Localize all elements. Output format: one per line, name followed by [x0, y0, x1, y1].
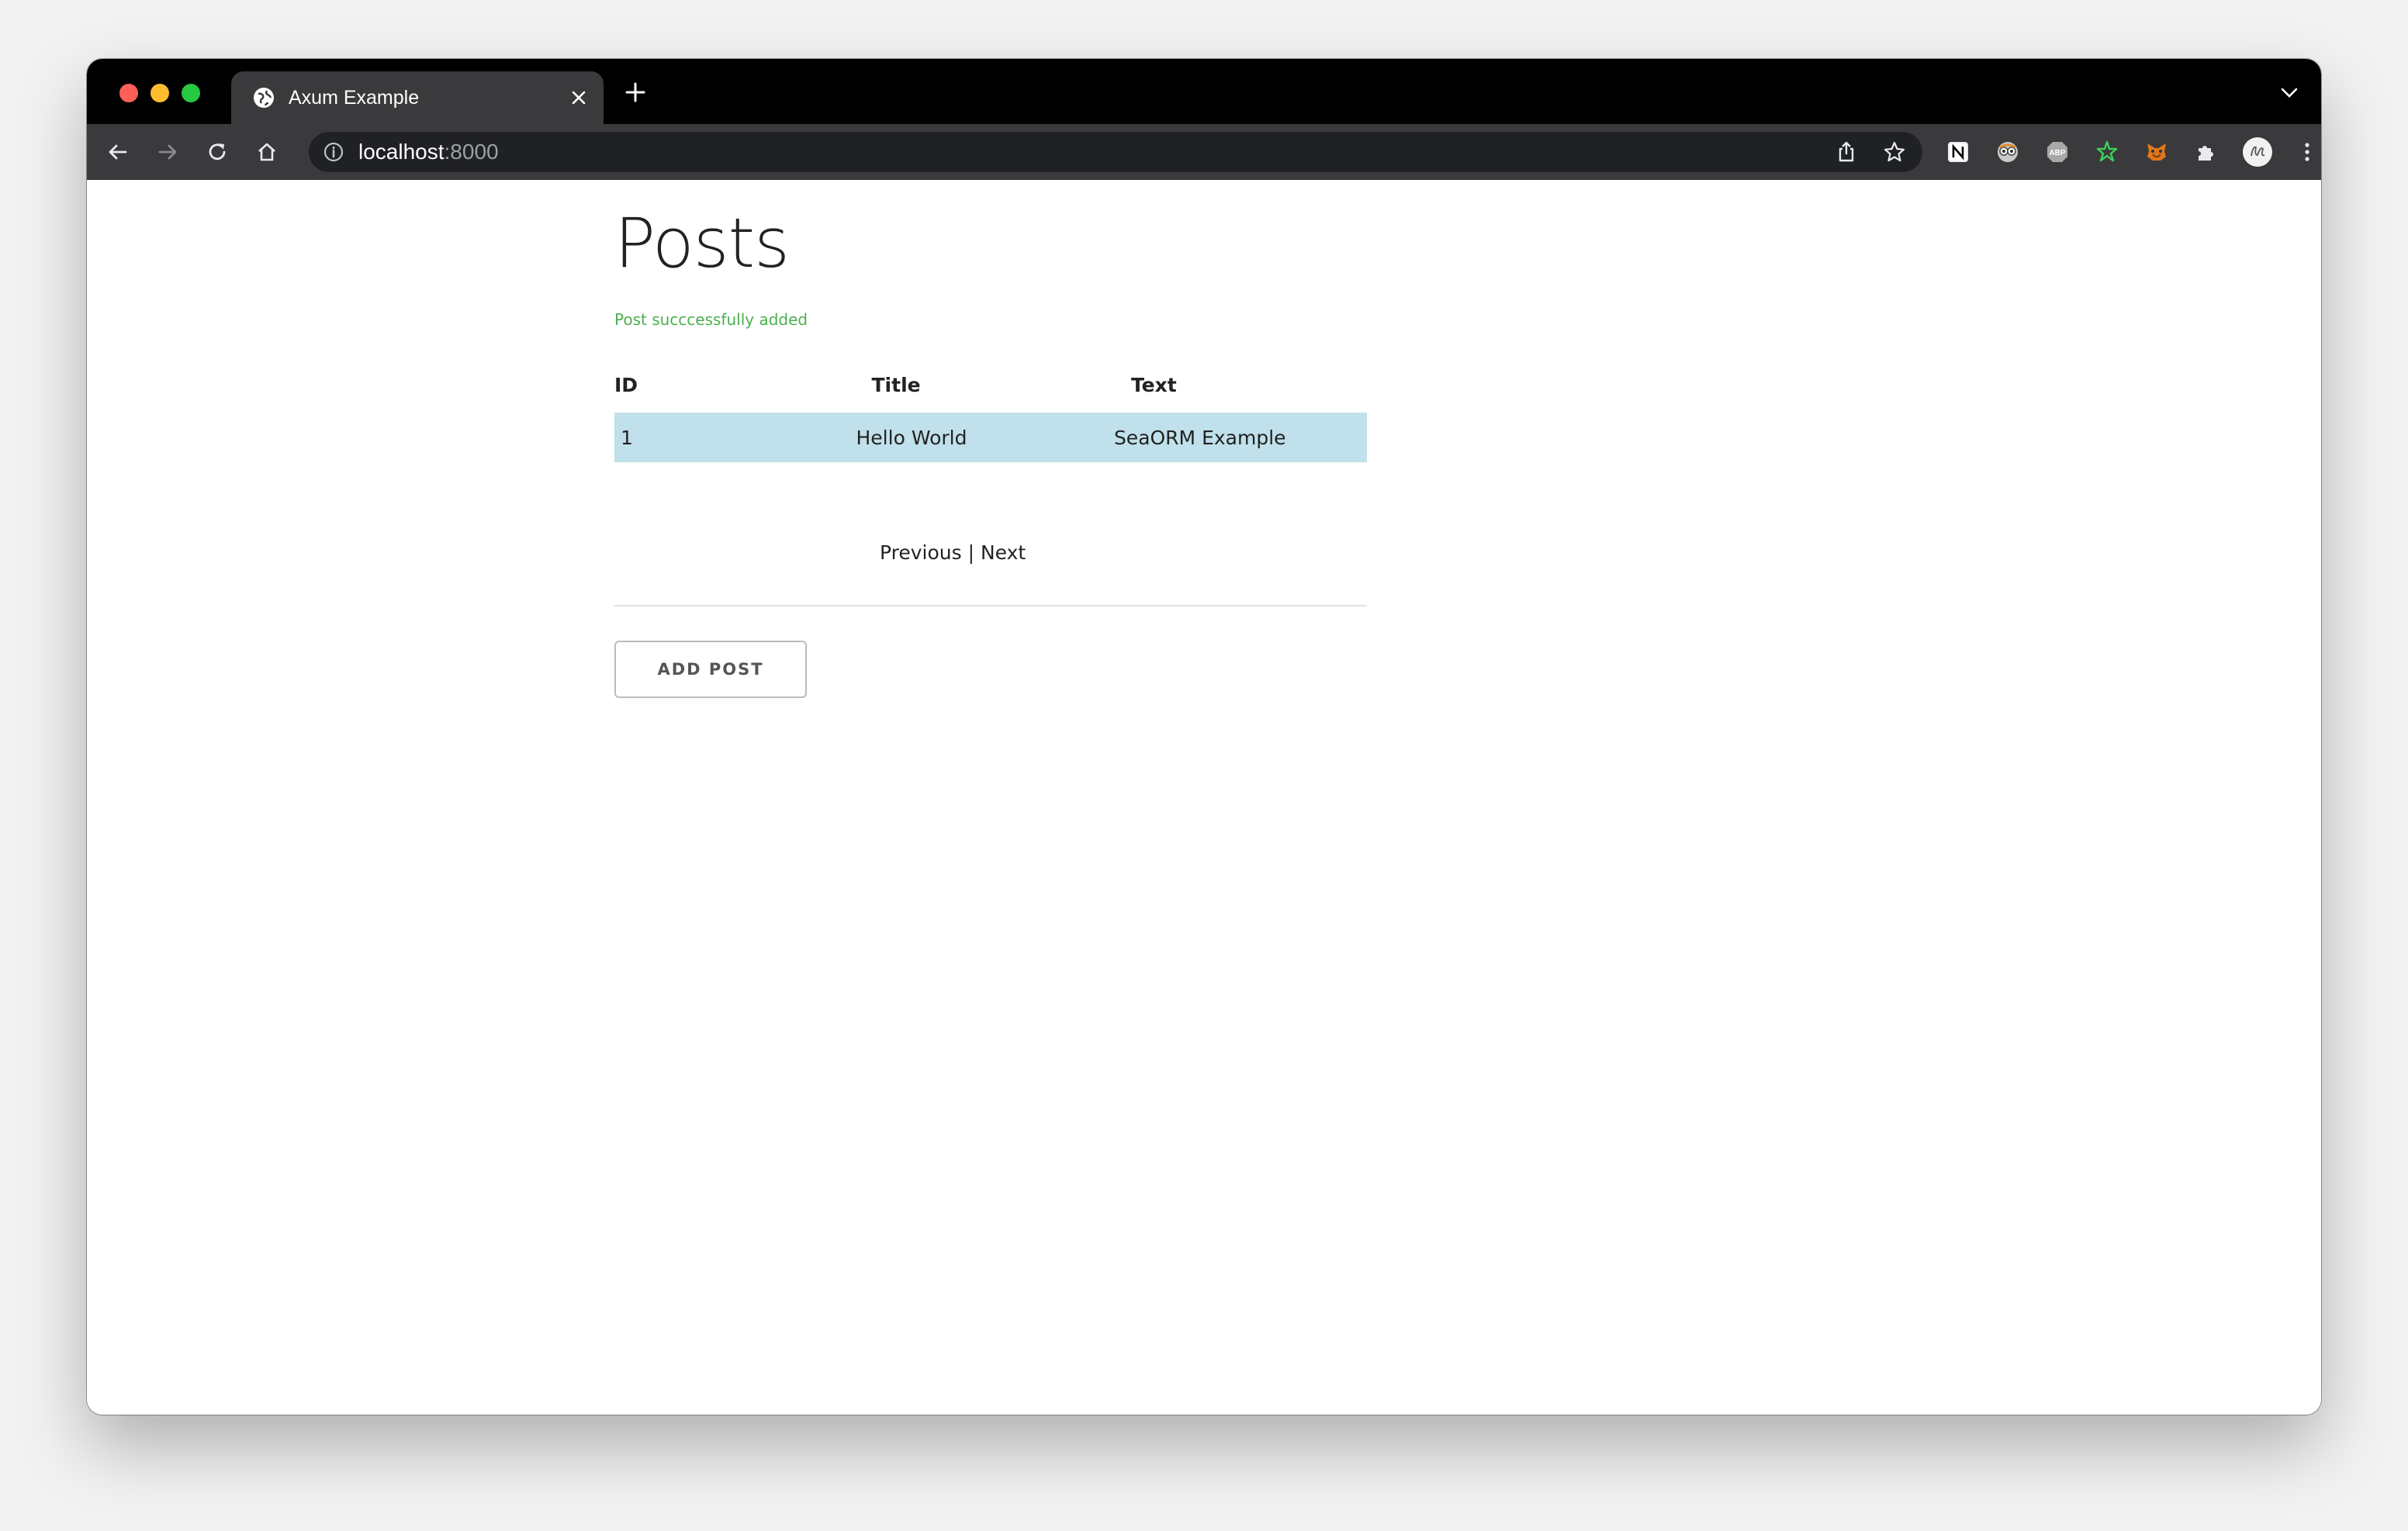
- notion-icon[interactable]: [1946, 140, 1970, 164]
- previous-link[interactable]: Previous: [880, 541, 962, 564]
- globe-icon: [254, 88, 274, 108]
- browser-tab[interactable]: Axum Example: [231, 71, 604, 124]
- table-row[interactable]: 1 Hello World SeaORM Example: [614, 413, 1367, 462]
- close-window-button[interactable]: [119, 84, 138, 102]
- url-port: :8000: [444, 140, 499, 164]
- divider: [614, 605, 1367, 607]
- svg-text:ABP: ABP: [2049, 149, 2065, 157]
- reload-icon[interactable]: [205, 140, 230, 164]
- close-icon[interactable]: [568, 87, 590, 109]
- post-title-cell: Hello World: [854, 413, 1106, 462]
- extension-star-icon[interactable]: [2095, 140, 2119, 164]
- address-bar[interactable]: localhost:8000: [309, 132, 1922, 172]
- tab-bar: Axum Example: [87, 59, 2321, 124]
- tab-title: Axum Example: [289, 87, 420, 109]
- puzzle-icon[interactable]: [2194, 140, 2219, 164]
- post-text-cell: SeaORM Example: [1105, 413, 1367, 462]
- page-title: Posts: [614, 203, 790, 283]
- column-header-title: Title: [871, 373, 921, 396]
- column-header-id: ID: [614, 373, 638, 396]
- extension-eyes-icon[interactable]: [1995, 140, 2020, 164]
- table-header-row: ID Title Text: [614, 357, 1367, 413]
- add-post-button[interactable]: ADD POST: [614, 641, 807, 698]
- posts-table: ID Title Text 1 Hello World SeaORM Examp…: [614, 357, 1367, 462]
- star-icon[interactable]: [1882, 140, 1907, 164]
- flash-message: Post succcessfully added: [614, 310, 808, 329]
- column-header-text: Text: [1130, 373, 1177, 396]
- url-host: localhost: [358, 140, 445, 164]
- pagination-separator: |: [961, 541, 981, 564]
- share-icon[interactable]: [1834, 140, 1859, 164]
- back-arrow-icon[interactable]: [106, 140, 130, 164]
- pagination-links: Previous | Next: [880, 541, 1026, 564]
- forward-arrow-icon[interactable]: [155, 140, 180, 164]
- chevron-down-icon[interactable]: [2279, 84, 2299, 101]
- minimize-window-button[interactable]: [150, 84, 169, 102]
- page-content: Posts Post succcessfully added ID Title …: [87, 180, 2321, 1415]
- browser-toolbar: localhost:8000 ABP: [87, 124, 2321, 180]
- metamask-fox-icon[interactable]: [2144, 140, 2169, 164]
- maximize-window-button[interactable]: [182, 84, 200, 102]
- url-text: localhost:8000: [358, 140, 499, 164]
- plus-icon[interactable]: [624, 81, 647, 104]
- post-id-cell: 1: [614, 413, 855, 462]
- browser-window: Axum Example localhost:8000 ABP Posts Po…: [87, 59, 2321, 1415]
- info-icon[interactable]: [323, 141, 344, 163]
- next-link[interactable]: Next: [981, 541, 1026, 564]
- adblock-icon[interactable]: ABP: [2045, 140, 2070, 164]
- more-vert-icon[interactable]: [2295, 140, 2320, 164]
- avatar[interactable]: [2242, 137, 2273, 168]
- home-icon[interactable]: [254, 140, 279, 164]
